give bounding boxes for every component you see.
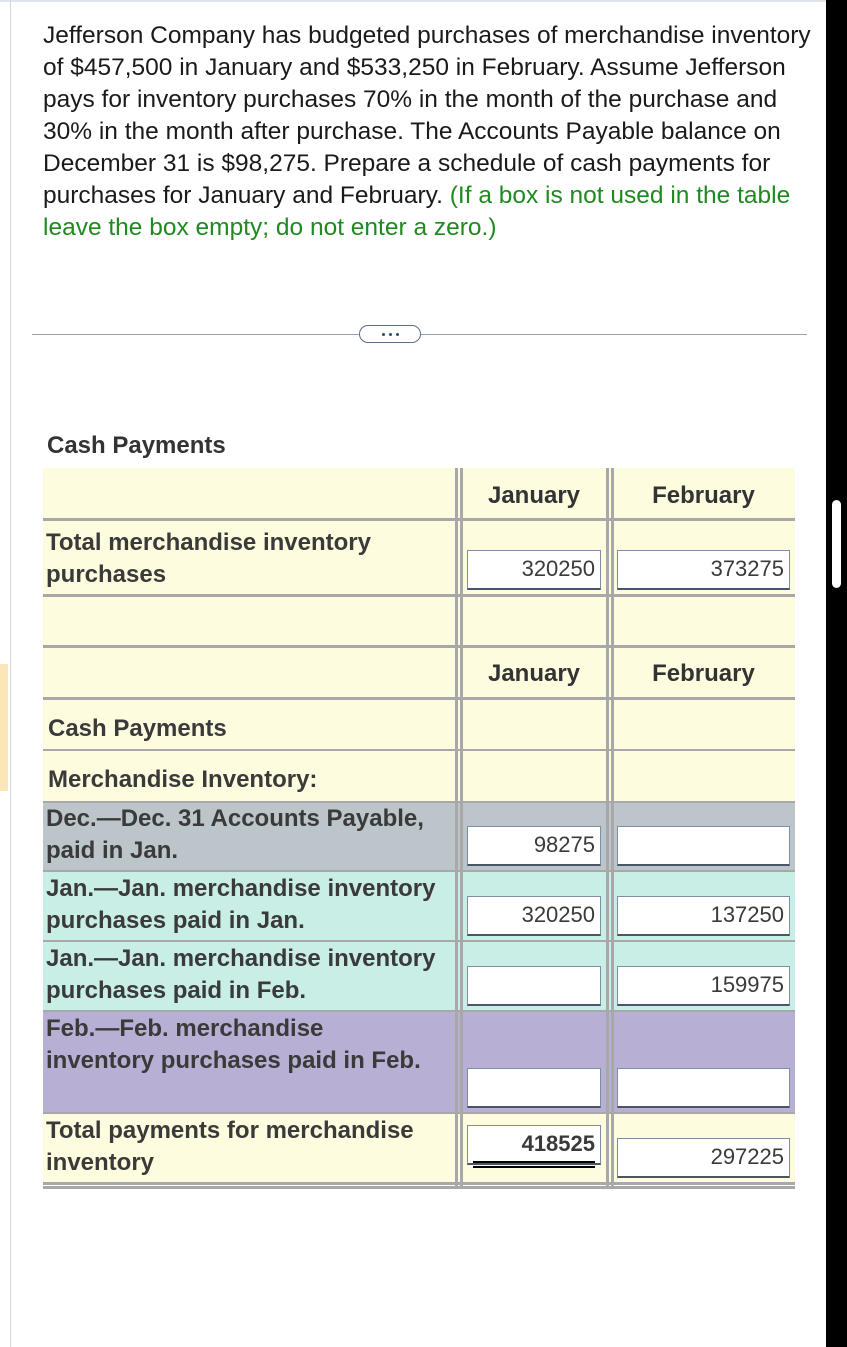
table1-blank-row	[43, 596, 795, 646]
total-january-double-underline-bottom	[473, 1166, 595, 1168]
table1-divider-b	[460, 468, 463, 646]
table2-rule-1	[43, 749, 795, 751]
ellipsis-icon	[381, 332, 385, 336]
table2-header-rule	[43, 697, 795, 700]
table2-rule-2	[43, 801, 795, 803]
row-dec-january-input[interactable]: 98275	[467, 826, 601, 866]
row-jan-feb-january-input[interactable]	[467, 966, 601, 1006]
total-february-input[interactable]: 297225	[617, 1138, 790, 1178]
row-feb-feb-february-input[interactable]	[617, 1068, 790, 1108]
table2-header-february: February	[652, 660, 755, 687]
table1-header-february: February	[652, 482, 755, 509]
table1-divider-a	[455, 468, 458, 646]
table2-rule-3	[43, 870, 795, 872]
left-border	[10, 0, 11, 1347]
table1-row-label: Total merchandise inventory purchases	[46, 529, 371, 588]
table2-divider-b	[460, 648, 463, 1189]
top-border	[0, 0, 826, 2]
scrollbar-thumb[interactable]	[832, 500, 841, 588]
row-feb-feb-january-input[interactable]	[467, 1068, 601, 1108]
table2-rule-4	[43, 940, 795, 942]
row-feb-feb-label: Feb.—Feb. merchandise inventory purchase…	[46, 1015, 421, 1074]
expand-more-button[interactable]	[359, 325, 421, 343]
merchandise-inventory-label: Merchandise Inventory:	[48, 766, 318, 793]
scrollbar-track[interactable]	[826, 0, 847, 1347]
row-dec-february-input[interactable]	[617, 826, 790, 866]
table1-header-rule	[43, 518, 795, 521]
question-body: Jefferson Company has budgeted purchases…	[43, 22, 811, 209]
total-january-double-underline-top	[473, 1161, 595, 1163]
row-jan-feb-label: Jan.—Jan. merchandise inventory purchase…	[46, 945, 436, 1004]
table2-header-january: January	[487, 660, 581, 687]
row-jan-jan-february-input[interactable]: 137250	[617, 896, 790, 936]
table2-divider-d	[611, 648, 614, 1189]
table2-bottom-rule-a	[43, 1182, 795, 1185]
table2-rule-5	[43, 1010, 795, 1012]
row-jan-jan-january-input[interactable]: 320250	[467, 896, 601, 936]
table2-divider-c	[606, 648, 609, 1189]
table1-row-rule	[43, 594, 795, 597]
table1-january-input[interactable]: 320250	[467, 550, 601, 590]
table1-divider-d	[611, 468, 614, 646]
table1-divider-c	[606, 468, 609, 646]
table2-divider-a	[455, 648, 458, 1189]
row-jan-feb-february-input[interactable]: 159975	[617, 966, 790, 1006]
table1-header-january: January	[487, 482, 581, 509]
table1-february-input[interactable]: 373275	[617, 550, 790, 590]
total-january-input[interactable]: 418525	[467, 1125, 601, 1165]
table2-bottom-rule-b	[43, 1186, 795, 1189]
row-jan-jan-label: Jan.—Jan. merchandise inventory purchase…	[46, 875, 436, 934]
section-title: Cash Payments	[47, 432, 226, 459]
question-text: Jefferson Company has budgeted purchases…	[43, 20, 813, 244]
left-highlight-tab	[0, 664, 8, 791]
row-total-label: Total payments for merchandise inventory	[46, 1117, 414, 1176]
table2-rule-6	[43, 1112, 795, 1114]
cash-payments-label: Cash Payments	[48, 715, 227, 742]
row-dec-label: Dec.—Dec. 31 Accounts Payable, paid in J…	[46, 805, 424, 864]
